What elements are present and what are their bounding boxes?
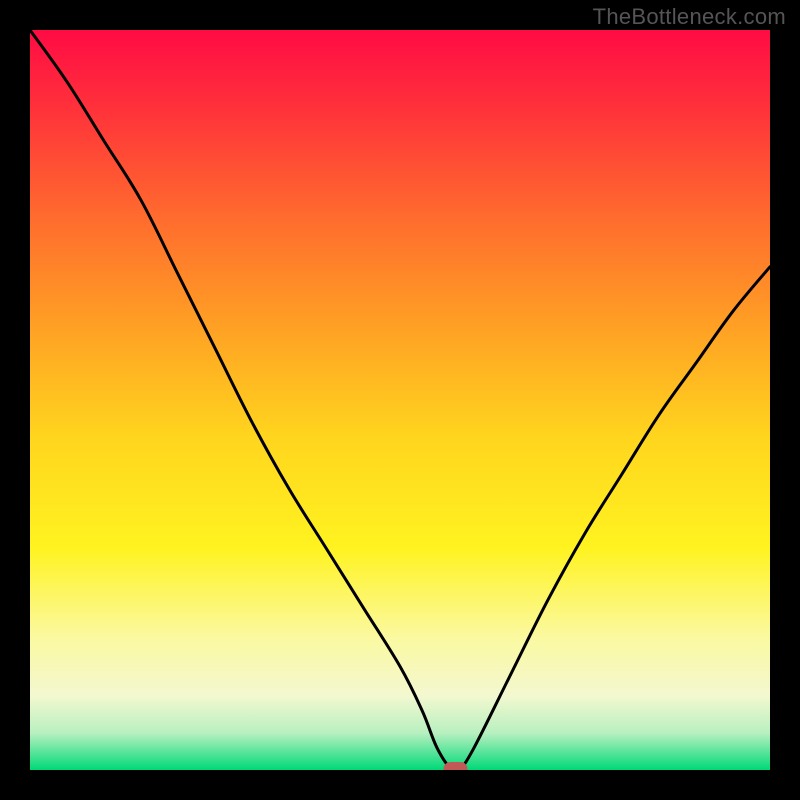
chart-frame <box>30 30 770 770</box>
watermark-text: TheBottleneck.com <box>593 4 786 30</box>
minimum-marker <box>444 762 468 770</box>
chart-background <box>30 30 770 770</box>
bottleneck-chart <box>30 30 770 770</box>
